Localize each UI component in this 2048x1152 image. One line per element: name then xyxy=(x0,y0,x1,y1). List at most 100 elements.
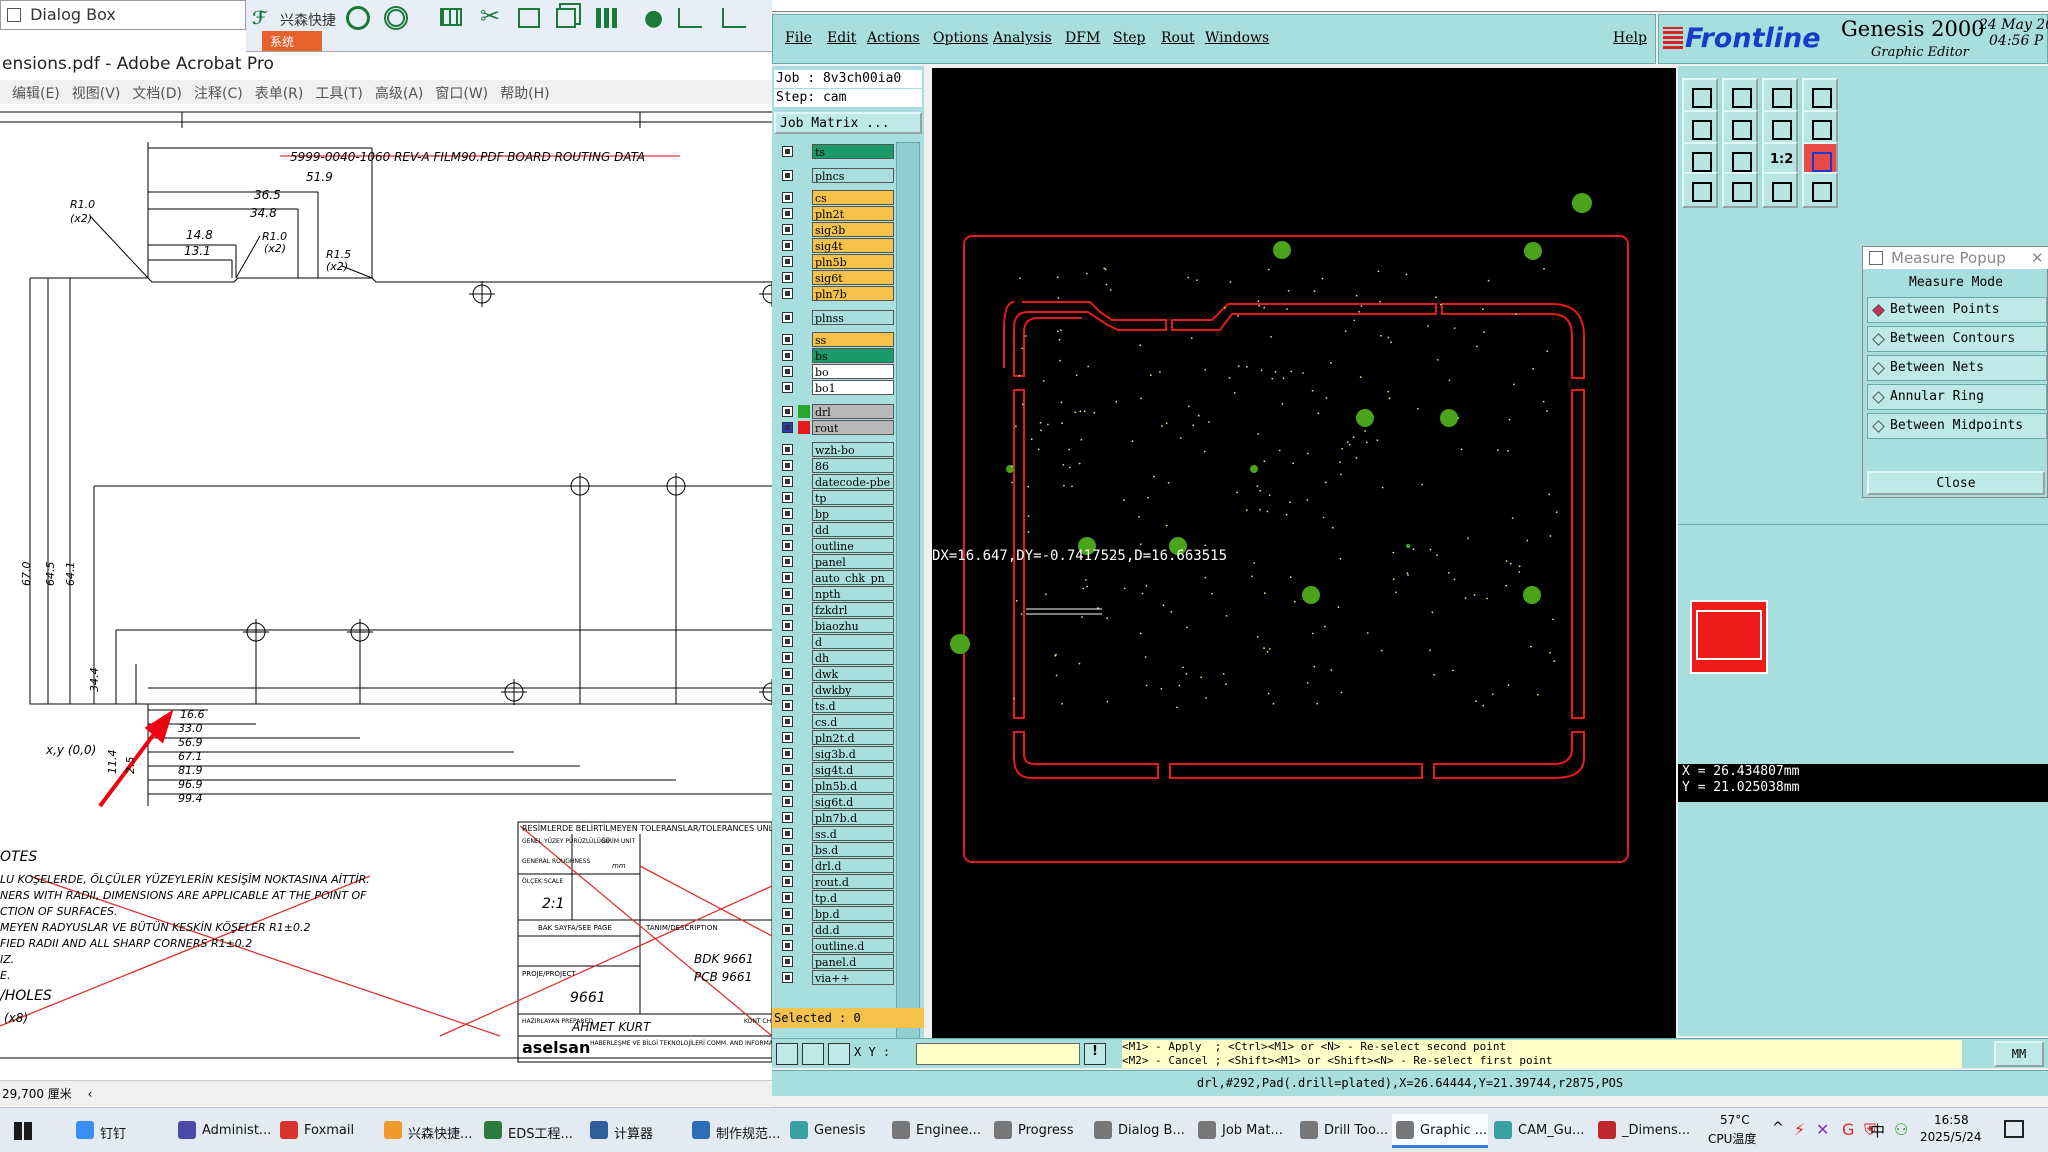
layer-checkbox[interactable] xyxy=(782,700,793,711)
chart-bars-icon[interactable] xyxy=(722,8,746,28)
layer-checkbox[interactable] xyxy=(782,956,793,967)
layer-checkbox[interactable] xyxy=(782,444,793,455)
clock-time[interactable]: 16:58 xyxy=(1934,1113,1969,1127)
layer-checkbox[interactable] xyxy=(782,288,793,299)
layer-row[interactable]: tp.d xyxy=(776,890,894,905)
taskbar-app[interactable]: Progress xyxy=(990,1114,1086,1148)
layer-checkbox[interactable] xyxy=(782,334,793,345)
layer-checkbox[interactable] xyxy=(782,908,793,919)
taskbar-app[interactable]: 计算器 xyxy=(586,1114,682,1148)
layer-row[interactable]: dwk xyxy=(776,666,894,681)
copy-icon[interactable] xyxy=(556,8,576,28)
open-icon[interactable] xyxy=(1722,78,1758,114)
layer-row[interactable]: rout xyxy=(776,420,894,435)
layer-checkbox[interactable] xyxy=(782,860,793,871)
taskbar-app[interactable]: Dialog B... xyxy=(1090,1114,1186,1148)
layer-checkbox[interactable] xyxy=(782,224,793,235)
layer-checkbox[interactable] xyxy=(782,972,793,983)
acrobat-menu-item[interactable]: 文档(D) xyxy=(132,86,182,102)
snap-icon[interactable] xyxy=(1682,172,1718,208)
taskbar-app[interactable]: Enginee... xyxy=(888,1114,984,1148)
layer-checkbox[interactable] xyxy=(782,350,793,361)
dialog-box-tab[interactable]: Dialog Box xyxy=(0,0,246,30)
layer-row[interactable]: sig6t.d xyxy=(776,794,894,809)
layer-row[interactable]: outline.d xyxy=(776,938,894,953)
taskbar-app[interactable]: 兴森快捷... xyxy=(380,1114,476,1148)
start-windows-icon[interactable] xyxy=(14,1122,32,1140)
import-icon[interactable] xyxy=(1682,110,1718,146)
acrobat-menu-item[interactable]: 表单(R) xyxy=(255,86,304,102)
job-matrix-button[interactable]: Job Matrix ... xyxy=(774,112,922,134)
layer-row[interactable]: plncs xyxy=(776,168,894,183)
layer-checkbox[interactable] xyxy=(782,508,793,519)
layer-checkbox[interactable] xyxy=(782,256,793,267)
home-icon[interactable] xyxy=(1762,78,1798,114)
layer-row[interactable]: d xyxy=(776,634,894,649)
user-icon[interactable]: ● xyxy=(644,6,664,31)
layer-checkbox[interactable] xyxy=(782,812,793,823)
layer-checkbox[interactable] xyxy=(782,540,793,551)
save-layer-icon[interactable] xyxy=(1682,78,1718,114)
layer-checkbox[interactable] xyxy=(782,796,793,807)
layer-row[interactable]: dwkby xyxy=(776,682,894,697)
layer-checkbox[interactable] xyxy=(782,460,793,471)
taskbar-app[interactable]: Drill Too... xyxy=(1296,1114,1392,1148)
layer-row[interactable]: tp xyxy=(776,490,894,505)
tray-x-icon[interactable]: ✕ xyxy=(1816,1120,1829,1139)
layer-checkbox[interactable] xyxy=(782,382,793,393)
scissors-icon[interactable]: ✂ xyxy=(480,2,500,30)
layer-row[interactable]: ts.d xyxy=(776,698,894,713)
search-icon[interactable] xyxy=(346,6,370,30)
layer-row[interactable]: sig3b xyxy=(776,222,894,237)
layer-row[interactable]: wzh-bo xyxy=(776,442,894,457)
layer-checkbox[interactable] xyxy=(782,684,793,695)
layer-checkbox[interactable] xyxy=(782,406,793,417)
layer-row[interactable]: bs xyxy=(776,348,894,363)
layer-checkbox[interactable] xyxy=(782,940,793,951)
layer-row[interactable]: bo1 xyxy=(776,380,894,395)
layer-row[interactable]: ss.d xyxy=(776,826,894,841)
layer-row[interactable]: bp.d xyxy=(776,906,894,921)
grid-tool-icon[interactable] xyxy=(828,1043,850,1065)
layer-row[interactable]: pln5b.d xyxy=(776,778,894,793)
layer-checkbox[interactable] xyxy=(782,588,793,599)
redo-icon[interactable] xyxy=(1802,110,1838,146)
graphic-canvas[interactable]: DX=16.647,DY=-0.7417525,D=16.663515 xyxy=(932,68,1676,1038)
layer-checkbox[interactable] xyxy=(782,170,793,181)
layer-row[interactable]: drl.d xyxy=(776,858,894,873)
acrobat-menu-item[interactable]: 编辑(E) xyxy=(12,86,60,102)
acrobat-menu-item[interactable]: 高级(A) xyxy=(375,86,424,102)
lifebuoy-icon[interactable] xyxy=(384,6,408,30)
close-button[interactable]: Close xyxy=(1867,471,2045,495)
layer-row[interactable]: pln5b xyxy=(776,254,894,269)
layer-row[interactable]: outline xyxy=(776,538,894,553)
layer-checkbox[interactable] xyxy=(782,668,793,679)
taskbar-app[interactable]: Genesis xyxy=(786,1114,882,1148)
layer-row[interactable]: bo xyxy=(776,364,894,379)
clock-date[interactable]: 2025/5/24 xyxy=(1920,1130,1982,1144)
layer-row[interactable]: rout.d xyxy=(776,874,894,889)
genesis-menu-help[interactable]: Help xyxy=(1613,30,1647,46)
tray-chevron-icon[interactable]: ^ xyxy=(1772,1120,1784,1136)
measure-option[interactable]: Between Midpoints xyxy=(1867,413,2047,439)
layer-row[interactable]: dd.d xyxy=(776,922,894,937)
layer-checkbox[interactable] xyxy=(782,924,793,935)
scroll-left-icon[interactable]: ‹ xyxy=(88,1087,93,1101)
notification-icon[interactable] xyxy=(2004,1120,2024,1138)
ime-indicator[interactable]: 中 xyxy=(1870,1120,1885,1141)
layer-checkbox[interactable] xyxy=(782,556,793,567)
layer-row[interactable]: pln2t.d xyxy=(776,730,894,745)
taskbar-app[interactable]: 制作规范... xyxy=(688,1114,784,1148)
taskbar-app[interactable]: EDS工程... xyxy=(480,1114,580,1148)
acrobat-menu-item[interactable]: 窗口(W) xyxy=(435,86,488,102)
film-icon[interactable] xyxy=(518,8,540,28)
layer-checkbox[interactable] xyxy=(782,828,793,839)
layer-checkbox[interactable] xyxy=(782,716,793,727)
acrobat-menu-item[interactable]: 工具(T) xyxy=(315,86,362,102)
layer-checkbox[interactable] xyxy=(782,492,793,503)
taskbar-app[interactable]: CAM_Gu... xyxy=(1490,1114,1586,1148)
measure-option[interactable]: Between Points xyxy=(1867,297,2047,323)
layer-icon[interactable] xyxy=(1802,78,1838,114)
layer-checkbox[interactable] xyxy=(782,732,793,743)
layer-checkbox[interactable] xyxy=(782,652,793,663)
